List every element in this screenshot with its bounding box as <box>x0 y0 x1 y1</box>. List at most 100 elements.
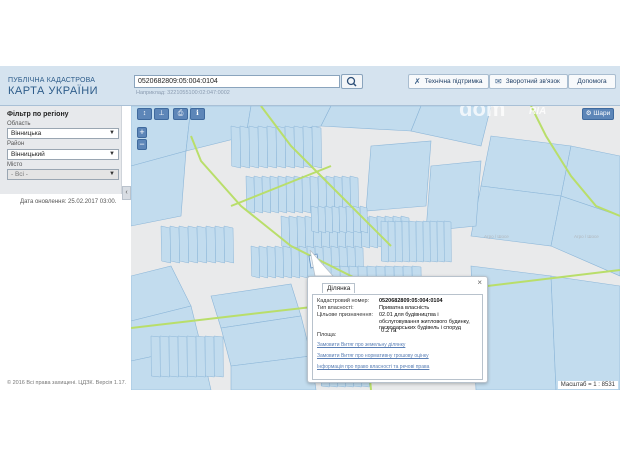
rayon-select[interactable]: Вінницький ▼ <box>7 149 119 160</box>
land-parcel[interactable] <box>213 335 224 378</box>
land-parcel[interactable] <box>169 225 180 264</box>
land-parcel[interactable] <box>277 175 287 214</box>
city-select[interactable]: - Всі - ▼ <box>7 169 119 180</box>
tab-parcel[interactable]: Ділянка <box>322 283 356 293</box>
land-parcel[interactable] <box>331 205 340 234</box>
land-parcel[interactable] <box>408 220 417 263</box>
land-parcel[interactable] <box>443 220 452 263</box>
zoom-out-button[interactable]: − <box>137 139 147 150</box>
copyright: © 2016 Всі права захищені. ЦДЗК. Версія … <box>7 380 127 386</box>
feedback-button[interactable]: ✉ Зворотний зв'язок <box>489 74 568 89</box>
land-parcel[interactable] <box>436 220 445 263</box>
land-parcel[interactable] <box>387 220 396 263</box>
land-parcel[interactable] <box>317 205 326 234</box>
land-parcel[interactable] <box>301 175 311 214</box>
land-parcel[interactable] <box>293 125 304 169</box>
feedback-label: Зворотний зв'язок <box>505 78 560 85</box>
land-parcel[interactable] <box>168 335 179 378</box>
land-parcel[interactable] <box>159 335 170 378</box>
land-parcel[interactable] <box>186 335 197 378</box>
land-parcel[interactable] <box>274 245 284 279</box>
land-parcel[interactable] <box>178 225 189 264</box>
land-parcel[interactable] <box>429 220 438 263</box>
land-parcel[interactable] <box>282 245 292 279</box>
area-value: 0.2 га <box>381 328 397 334</box>
land-parcel[interactable] <box>296 215 306 249</box>
collapse-sidebar-button[interactable]: ‹ <box>122 186 131 200</box>
land-parcel[interactable] <box>205 225 216 264</box>
city-value: - Всі - <box>11 171 28 178</box>
cadastral-number-value: 0520682809:05:004:0104 <box>379 298 443 304</box>
order-extract-link[interactable]: Замовити Витяг про земельну ділянку <box>317 342 405 348</box>
land-parcel[interactable] <box>311 125 322 169</box>
tech-support-label: Технічна підтримка <box>424 78 483 85</box>
print-icon[interactable]: ⎙ <box>173 108 188 120</box>
layers-button[interactable]: ⚙ Шари <box>582 108 614 120</box>
oblast-value: Вінницька <box>11 130 42 137</box>
ruler-tool-button[interactable]: ⊥ <box>154 108 169 120</box>
land-parcel[interactable] <box>195 335 206 378</box>
land-parcel[interactable] <box>266 245 276 279</box>
land-parcel[interactable] <box>338 205 347 234</box>
ownership-type-label: Тип власності: <box>317 305 354 311</box>
search-button[interactable] <box>341 74 363 89</box>
land-parcel[interactable] <box>196 225 207 264</box>
cadastral-number-label: Кадастровий номер: <box>317 298 370 304</box>
cadastral-search-input[interactable]: 0520682809:05:004:0104 <box>134 75 340 88</box>
land-parcel[interactable] <box>293 175 303 214</box>
chevron-down-icon: ▼ <box>109 171 115 177</box>
land-parcel[interactable] <box>288 215 298 249</box>
help-label: Допомога <box>577 78 607 85</box>
oblast-label: Область <box>7 121 31 127</box>
land-parcel[interactable] <box>150 335 161 378</box>
region-filter-panel: Фільтр по регіону Область Вінницька ▼ Ра… <box>0 106 122 194</box>
filter-title: Фільтр по регіону <box>7 111 69 118</box>
land-parcel[interactable] <box>310 205 319 234</box>
land-parcel[interactable] <box>187 225 198 264</box>
search-icon <box>346 76 357 87</box>
tech-support-button[interactable]: ✗ Технічна підтримка <box>408 74 489 89</box>
rayon-value: Вінницький <box>11 151 45 158</box>
gear-icon: ⚙ <box>585 110 592 117</box>
land-parcel[interactable] <box>245 175 255 214</box>
land-parcel[interactable] <box>394 220 403 263</box>
land-parcel[interactable] <box>250 245 260 279</box>
land-parcel[interactable] <box>415 220 424 263</box>
order-valuation-link[interactable]: Замовити Витяг про нормативну грошову оц… <box>317 353 429 359</box>
land-parcel[interactable] <box>266 125 277 169</box>
close-icon[interactable]: × <box>477 278 482 287</box>
chevron-down-icon: ▼ <box>109 151 115 157</box>
city-label: Місто <box>7 162 23 168</box>
area-label: Площа: <box>317 332 337 338</box>
oblast-select[interactable]: Вінницька ▼ <box>7 128 119 139</box>
land-parcel[interactable] <box>223 225 234 264</box>
ownership-info-link[interactable]: Інформація про право власності та речові… <box>317 364 429 370</box>
land-parcel[interactable] <box>257 125 268 169</box>
land-parcel[interactable] <box>214 225 225 264</box>
land-parcel[interactable] <box>160 225 171 264</box>
land-parcel[interactable] <box>324 205 333 234</box>
scale-readout: Масштаб = 1 : 8531 <box>557 381 618 389</box>
logo-line2: КАРТА УКРАЇНИ <box>8 85 99 97</box>
land-parcel[interactable] <box>177 335 188 378</box>
land-parcel[interactable] <box>401 220 410 263</box>
land-parcel[interactable] <box>230 125 241 169</box>
help-button[interactable]: Допомога <box>568 74 616 89</box>
land-parcel[interactable] <box>239 125 250 169</box>
land-parcel[interactable] <box>422 220 431 263</box>
land-parcel[interactable] <box>204 335 215 378</box>
search-hint: Наприклад: 3221055100:02:047:0002 <box>136 90 230 96</box>
land-parcel[interactable] <box>258 245 268 279</box>
logo-line1: ПУБЛІЧНА КАДАСТРОВА <box>8 77 96 84</box>
land-parcel[interactable] <box>269 175 279 214</box>
land-parcel[interactable] <box>345 205 354 234</box>
chevron-down-icon: ▼ <box>109 130 115 136</box>
popup-body: Кадастровий номер: 0520682809:05:004:010… <box>312 294 483 380</box>
land-parcel[interactable] <box>248 125 259 169</box>
zoom-in-button[interactable]: + <box>137 127 147 138</box>
measure-tool-button[interactable]: ↕ <box>137 108 152 120</box>
sidebar: Фільтр по регіону Область Вінницька ▼ Ра… <box>0 106 131 390</box>
land-parcel[interactable] <box>261 175 271 214</box>
parcel-popup: × Ділянка Кадастровий номер: 0520682809:… <box>307 276 488 383</box>
info-tool-button[interactable]: ℹ <box>190 108 205 120</box>
